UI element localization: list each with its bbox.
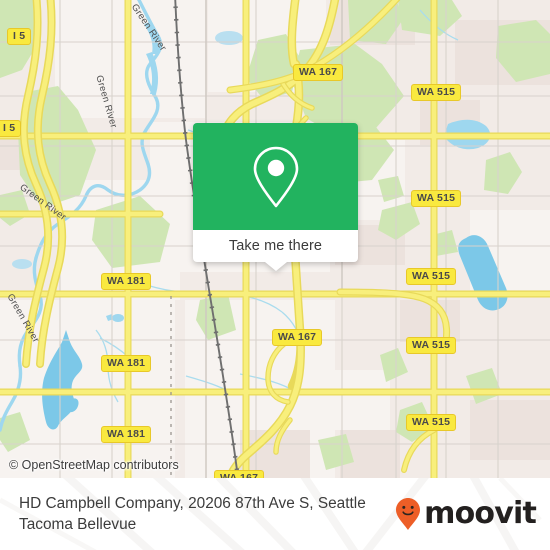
map-canvas[interactable]: Green River Green River Green River Gree… [0,0,550,478]
highway-shield-wa515[interactable]: WA 515 [411,84,462,101]
highway-shield-wa167[interactable]: WA 167 [214,470,265,478]
highway-shield-wa181[interactable]: WA 181 [101,355,152,372]
map-screenshot: Green River Green River Green River Gree… [0,0,550,550]
highway-shield-i5[interactable]: I 5 [0,120,22,137]
osm-attribution[interactable]: © OpenStreetMap contributors [9,458,179,472]
highway-shield-wa167[interactable]: WA 167 [293,64,344,81]
take-me-there-button[interactable]: Take me there [193,230,358,271]
footer-bar: HD Campbell Company, 20206 87th Ave S, S… [0,478,550,550]
highway-shield-i5[interactable]: I 5 [7,28,32,45]
moovit-wordmark: moovit [424,496,537,531]
highway-shield-wa515[interactable]: WA 515 [411,190,462,207]
map-pin-icon [253,146,298,207]
highway-shield-wa515[interactable]: WA 515 [406,414,457,431]
callout-pointer [264,262,287,271]
highway-shield-wa181[interactable]: WA 181 [101,426,152,443]
highway-shield-wa181[interactable]: WA 181 [101,273,152,290]
take-me-there-label: Take me there [228,238,323,254]
highway-shield-wa515[interactable]: WA 515 [406,268,457,285]
highway-shield-wa167[interactable]: WA 167 [272,329,323,346]
location-callout[interactable]: Take me there [193,123,358,271]
callout-header [193,123,358,230]
moovit-smiley-pin-icon [396,498,421,530]
highway-shield-wa515[interactable]: WA 515 [406,337,457,354]
moovit-logo[interactable]: moovit [395,496,537,531]
place-title: HD Campbell Company, 20206 87th Ave S, S… [19,495,366,533]
